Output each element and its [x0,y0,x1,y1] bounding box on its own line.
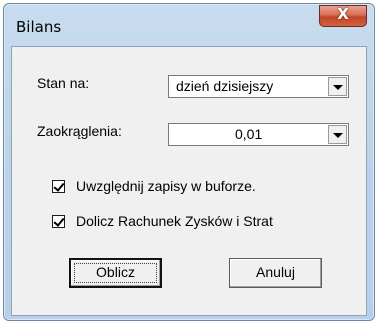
dolicz-rzis-checkbox[interactable] [52,215,65,228]
close-button[interactable]: X [319,5,367,27]
uwzglednij-bufor-checkbox[interactable] [52,180,65,193]
stan-na-dropdown[interactable]: dzień dzisiejszy [168,75,349,98]
dialog-body: Stan na: dzień dzisiejszy Zaokrąglenia: … [11,46,367,316]
window-title: Bilans [16,18,62,36]
zaokraglenia-dropdown[interactable]: 0,01 [168,123,349,146]
close-icon: X [337,5,349,23]
zaokraglenia-label: Zaokrąglenia: [37,123,122,139]
chevron-down-icon[interactable] [328,125,347,144]
chevron-down-icon[interactable] [328,77,347,96]
title-bar[interactable]: Bilans X [4,4,374,48]
anuluj-button[interactable]: Anuluj [229,258,322,288]
oblicz-button[interactable]: Oblicz [69,258,162,288]
dialog-window: Bilans X Stan na: dzień dzisiejszy Zaokr… [3,3,375,321]
dolicz-rzis-label[interactable]: Dolicz Rachunek Zysków i Strat [76,213,273,229]
stan-na-value: dzień dzisiejszy [176,78,274,94]
stan-na-label: Stan na: [37,75,90,91]
uwzglednij-bufor-label[interactable]: Uwzględnij zapisy w buforze. [76,178,256,194]
zaokraglenia-value: 0,01 [235,126,263,142]
